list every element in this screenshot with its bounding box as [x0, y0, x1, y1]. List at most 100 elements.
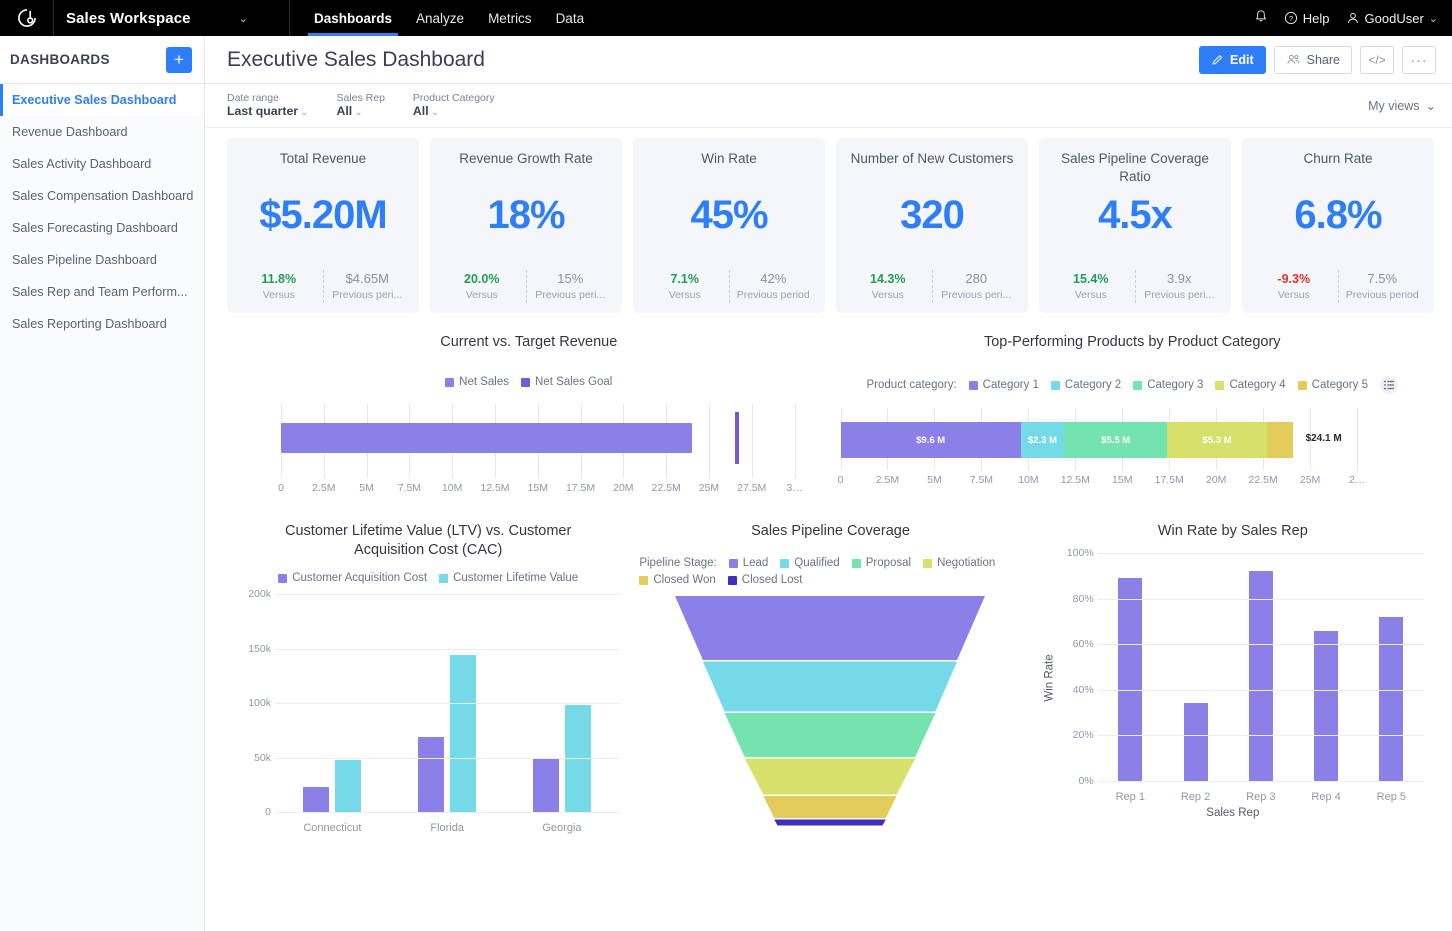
kpi-card-sales-pipeline-coverage-ratio[interactable]: Sales Pipeline Coverage Ratio 4.5x 15.4%… [1039, 138, 1231, 313]
sidebar-item-sales-compensation-dashboard[interactable]: Sales Compensation Dashboard [0, 180, 204, 212]
filter-sales-rep[interactable]: Sales Rep All⌄ [336, 92, 384, 120]
kpi-card-total-revenue[interactable]: Total Revenue $5.20M 11.8% Versus $4.65M… [227, 138, 419, 313]
legend-swatch [923, 559, 932, 568]
legend-item-customer-acquisition-cost[interactable]: Customer Acquisition Cost [278, 572, 427, 584]
edit-button[interactable]: Edit [1199, 46, 1266, 74]
legend-item-category-3[interactable]: Category 3 [1133, 379, 1203, 391]
bar[interactable] [565, 705, 591, 812]
kpi-previous-label: Previous peri... [1136, 288, 1224, 303]
legend-item-closed-won[interactable]: Closed Won [639, 574, 715, 586]
sidebar-item-sales-reporting-dashboard[interactable]: Sales Reporting Dashboard [0, 308, 204, 340]
legend-swatch [728, 576, 737, 585]
legend-item-net-sales[interactable]: Net Sales [445, 376, 509, 388]
filter-label: Date range [227, 92, 308, 104]
my-views-selector[interactable]: My views ⌄ [1368, 98, 1436, 113]
more-options-button[interactable]: ··· [1402, 46, 1436, 74]
axis-tick-label: 15M [528, 482, 548, 494]
chart-ltv-vs-cac[interactable]: Customer Lifetime Value (LTV) vs. Custom… [227, 522, 629, 834]
legend-item-category-2[interactable]: Category 2 [1051, 379, 1121, 391]
stacked-bar-segment[interactable]: $5.3 M [1167, 422, 1267, 458]
sidebar-item-sales-forecasting-dashboard[interactable]: Sales Forecasting Dashboard [0, 212, 204, 244]
nav-item-metrics[interactable]: Metrics [476, 0, 544, 36]
funnel-segment[interactable] [703, 662, 957, 712]
add-dashboard-button[interactable]: + [166, 47, 192, 73]
nav-item-data[interactable]: Data [544, 0, 597, 36]
kpi-card-win-rate[interactable]: Win Rate 45% 7.1% Versus 42% Previous pe… [633, 138, 825, 313]
legend-label: Qualified [794, 557, 839, 569]
kpi-versus-label: Versus [235, 288, 323, 303]
embed-code-button[interactable]: </> [1360, 46, 1394, 74]
legend-item-customer-lifetime-value[interactable]: Customer Lifetime Value [439, 572, 578, 584]
net-sales-bar[interactable] [281, 423, 692, 453]
legend-item-closed-lost[interactable]: Closed Lost [728, 574, 803, 586]
bar[interactable] [335, 760, 361, 812]
filter-date-range[interactable]: Date range Last quarter⌄ [227, 92, 308, 120]
chevron-down-icon: ⌄ [431, 107, 439, 118]
help-button[interactable]: ? Help [1284, 11, 1330, 26]
legend-item-lead[interactable]: Lead [729, 557, 769, 569]
bar[interactable] [1379, 617, 1403, 781]
legend-item-net-sales-goal[interactable]: Net Sales Goal [521, 376, 612, 388]
legend-item-negotiation[interactable]: Negotiation [923, 557, 995, 569]
kpi-versus-label: Versus [438, 288, 526, 303]
list-view-icon[interactable] [1380, 376, 1398, 394]
legend-item-category-4[interactable]: Category 4 [1215, 379, 1285, 391]
filter-product-category[interactable]: Product Category All⌄ [413, 92, 495, 120]
bar[interactable] [533, 759, 559, 812]
sidebar-item-revenue-dashboard[interactable]: Revenue Dashboard [0, 116, 204, 148]
chevron-down-icon: ⌄ [300, 107, 308, 118]
bar[interactable] [450, 655, 476, 812]
stacked-bar-segment[interactable]: $9.6 M [841, 422, 1021, 458]
sidebar-item-executive-sales-dashboard[interactable]: Executive Sales Dashboard [0, 84, 204, 116]
legend-label: Lead [743, 557, 769, 569]
share-button[interactable]: Share [1274, 46, 1352, 74]
axis-tick-label: 3… [786, 482, 802, 494]
legend-label: Proposal [866, 557, 911, 569]
bell-icon[interactable] [1254, 9, 1268, 27]
legend-swatch [852, 559, 861, 568]
kpi-card-revenue-growth-rate[interactable]: Revenue Growth Rate 18% 20.0% Versus 15%… [430, 138, 622, 313]
axis-tick-label: 12.5M [480, 482, 509, 494]
legend-item-qualified[interactable]: Qualified [780, 557, 839, 569]
user-menu[interactable]: GoodUser ⌄ [1346, 11, 1438, 26]
bar[interactable] [1314, 631, 1338, 781]
chart-win-rate-by-sales-rep[interactable]: Win Rate by Sales Rep Win Rate 0%20%40%6… [1032, 522, 1434, 834]
legend-label: Net Sales Goal [535, 376, 612, 388]
bar[interactable] [1184, 703, 1208, 781]
axis-tick-label: 20M [613, 482, 633, 494]
bar[interactable] [1249, 571, 1273, 781]
funnel-segment[interactable] [725, 713, 936, 757]
bar[interactable] [418, 737, 444, 812]
chart-sales-pipeline-coverage[interactable]: Sales Pipeline Coverage Pipeline Stage: … [629, 522, 1031, 834]
legend-item-category-5[interactable]: Category 5 [1298, 379, 1368, 391]
bar-group [1228, 553, 1293, 781]
funnel-shape[interactable] [675, 592, 985, 827]
sidebar-item-sales-pipeline-dashboard[interactable]: Sales Pipeline Dashboard [0, 244, 204, 276]
charts-row-1: Current vs. Target Revenue Net Sales Net… [227, 333, 1434, 496]
nav-item-dashboards[interactable]: Dashboards [302, 0, 404, 36]
net-sales-goal-marker[interactable] [735, 412, 739, 464]
funnel-segment[interactable] [675, 596, 985, 660]
sidebar-item-sales-activity-dashboard[interactable]: Sales Activity Dashboard [0, 148, 204, 180]
x-axis-tick-label: Rep 3 [1228, 791, 1293, 803]
gridline [1098, 553, 1424, 554]
sidebar-item-sales-rep-and-team-performance[interactable]: Sales Rep and Team Perform... [0, 276, 204, 308]
kpi-card-churn-rate[interactable]: Churn Rate 6.8% -9.3% Versus 7.5% Previo… [1242, 138, 1434, 313]
nav-item-analyze[interactable]: Analyze [404, 0, 476, 36]
app-logo[interactable] [0, 0, 54, 36]
bar[interactable] [1118, 578, 1142, 781]
funnel-segment[interactable] [745, 759, 916, 795]
legend-item-proposal[interactable]: Proposal [852, 557, 911, 569]
bar[interactable] [303, 787, 329, 812]
funnel-segment[interactable] [775, 820, 887, 826]
legend-item-category-1[interactable]: Category 1 [969, 379, 1039, 391]
chart-current-vs-target-revenue[interactable]: Current vs. Target Revenue Net Sales Net… [227, 333, 831, 496]
kpi-card-number-of-new-customers[interactable]: Number of New Customers 320 14.3% Versus… [836, 138, 1028, 313]
stacked-bar-segment[interactable] [1267, 422, 1293, 458]
stacked-bar-segment[interactable]: $5.5 M [1064, 422, 1167, 458]
chart-top-performing-products[interactable]: Top-Performing Products by Product Categ… [831, 333, 1435, 496]
funnel-segment[interactable] [764, 796, 897, 818]
stacked-bar-segment[interactable]: $2.3 M [1021, 422, 1064, 458]
workspace-selector[interactable]: Sales Workspace ⌄ [54, 0, 290, 36]
kpi-delta-cell: 11.8% Versus [235, 270, 323, 303]
